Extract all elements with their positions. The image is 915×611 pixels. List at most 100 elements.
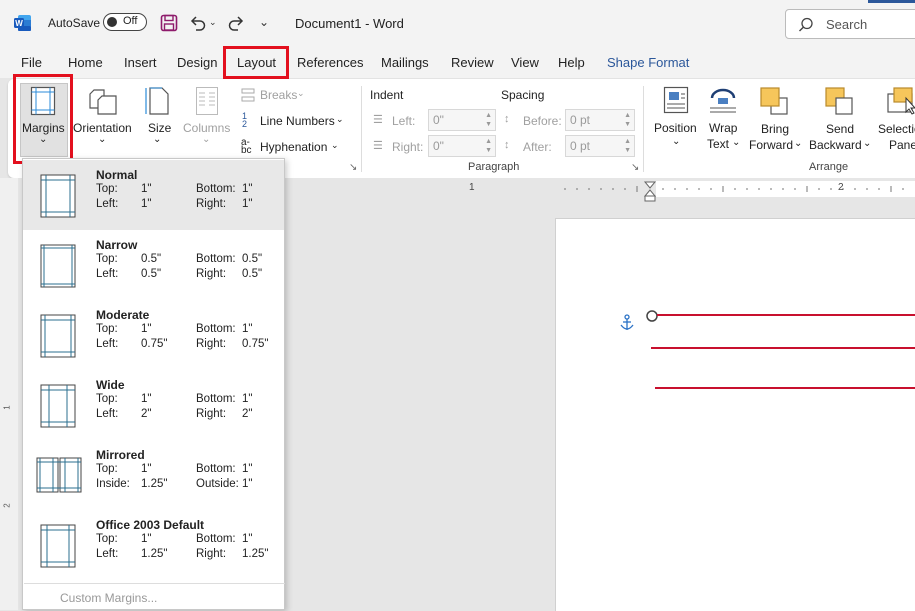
position-button[interactable]: Position	[654, 121, 697, 135]
selection-pane-label-1[interactable]: Selection	[878, 122, 915, 136]
indent-right-input[interactable]: 0" ▲ ▼	[428, 135, 496, 157]
orientation-button[interactable]: Orientation	[73, 121, 132, 135]
red-line-shape-3[interactable]	[655, 387, 915, 389]
option-name: Office 2003 Default	[96, 518, 205, 532]
spacing-heading: Spacing	[501, 88, 545, 102]
tab-help[interactable]: Help	[558, 55, 585, 70]
spinner-arrows-icon[interactable]: ▲ ▼	[624, 137, 631, 155]
value-right: 0.5"	[242, 268, 263, 280]
spinner-arrows-icon[interactable]: ▲ ▼	[485, 111, 492, 129]
value-left: 0.5"	[141, 268, 162, 280]
tab-mailings[interactable]: Mailings	[381, 55, 429, 70]
shape-handle-icon[interactable]	[645, 309, 659, 323]
label-bottom: Bottom:	[196, 253, 236, 265]
spacing-after-input[interactable]: 0 pt ▲ ▼	[565, 135, 635, 157]
value-left: 1.25"	[141, 548, 168, 560]
paragraph-launcher-icon[interactable]: ↘	[631, 162, 639, 173]
label-bottom: Bottom:	[196, 533, 236, 545]
selection-pane-label-2[interactable]: Pane	[889, 138, 915, 152]
spacing-before-label: Before:	[523, 114, 562, 128]
value-inside: 1.25"	[141, 478, 168, 490]
margin-option-narrow[interactable]: Narrow Top: 0.5" Bottom: 0.5" Left: 0.5"…	[23, 230, 284, 300]
option-name: Moderate	[96, 308, 150, 322]
red-line-shape-2[interactable]	[651, 347, 915, 349]
breaks-icon	[241, 88, 255, 102]
wrap-text-label-1[interactable]: Wrap	[709, 121, 737, 135]
label-right: Right:	[196, 338, 227, 350]
spinner-arrows-icon[interactable]: ▲ ▼	[485, 137, 492, 155]
send-backward-label-1[interactable]: Send	[826, 122, 854, 136]
vertical-ruler[interactable]	[0, 178, 18, 610]
value-bottom: 1"	[242, 393, 253, 405]
size-icon	[145, 87, 169, 115]
margin-option-office-2003-default[interactable]: Office 2003 Default Top: 1" Bottom: 1" L…	[23, 510, 284, 580]
tab-insert[interactable]: Insert	[124, 55, 157, 70]
breaks-button[interactable]: Breaks	[260, 88, 297, 102]
wrap-text-label-2[interactable]: Text	[707, 137, 729, 151]
option-name: Mirrored	[96, 448, 145, 462]
option-name: Wide	[96, 378, 125, 392]
autosave-label: AutoSave	[48, 16, 101, 30]
bring-forward-icon	[760, 87, 788, 115]
spinner-arrows-icon[interactable]: ▲ ▼	[624, 111, 631, 129]
tab-design[interactable]: Design	[177, 55, 217, 70]
page-setup-launcher-icon[interactable]: ↘	[349, 162, 357, 173]
bring-forward-label-1[interactable]: Bring	[761, 122, 789, 136]
value-left: 1"	[141, 198, 152, 210]
option-name: Normal	[96, 168, 138, 182]
document-title: Document1 - Word	[295, 16, 404, 31]
hyphenation-icon: a-bc	[241, 137, 252, 156]
arrange-group-label: Arrange	[809, 161, 849, 173]
tab-view[interactable]: View	[511, 55, 539, 70]
value-right: 0.75"	[242, 338, 269, 350]
undo-icon[interactable]	[189, 14, 207, 32]
margin-option-moderate[interactable]: Moderate Top: 1" Bottom: 1" Left: 0.75" …	[23, 300, 284, 370]
vruler-mark-1: 1	[2, 405, 12, 410]
hyphenation-button[interactable]: Hyphenation	[260, 140, 327, 154]
value-top: 0.5"	[141, 253, 162, 265]
value-bottom: 1"	[242, 323, 253, 335]
spacing-before-value: 0 pt	[570, 113, 591, 127]
search-box[interactable]: Search	[785, 9, 915, 39]
document-page[interactable]	[555, 218, 915, 611]
indent-left-input[interactable]: 0" ▲ ▼	[428, 109, 496, 131]
send-backward-label-2[interactable]: Backward	[809, 138, 862, 152]
line-numbers-button[interactable]: Line Numbers	[260, 114, 335, 128]
label-outside: Outside:	[196, 478, 239, 490]
label-bottom: Bottom:	[196, 393, 236, 405]
save-icon[interactable]	[160, 14, 178, 32]
label-top: Top:	[96, 183, 118, 195]
autosave-state: Off	[123, 15, 138, 27]
undo-dropdown-icon[interactable]: ⌄	[209, 17, 217, 28]
autosave-toggle[interactable]: Off	[103, 13, 147, 31]
label-top: Top:	[96, 253, 118, 265]
toggle-knob	[107, 17, 117, 27]
value-right: 1"	[242, 198, 253, 210]
red-line-shape-1[interactable]	[657, 314, 915, 316]
custom-margins-item[interactable]: Custom Margins...	[24, 583, 285, 610]
spacing-after-icon: ↕	[504, 139, 510, 151]
tab-review[interactable]: Review	[451, 55, 494, 70]
label-inside: Inside:	[96, 478, 130, 490]
svg-text:W: W	[15, 19, 23, 28]
value-left: 2"	[141, 408, 152, 420]
label-bottom: Bottom:	[196, 323, 236, 335]
label-right: Right:	[196, 548, 227, 560]
tab-home[interactable]: Home	[68, 55, 103, 70]
selection-pane-icon	[887, 87, 915, 115]
columns-button[interactable]: Columns	[183, 121, 230, 135]
customize-qat-icon[interactable]: ⌄	[259, 15, 269, 29]
margin-option-wide[interactable]: Wide Top: 1" Bottom: 1" Left: 2" Right: …	[23, 370, 284, 440]
redo-icon[interactable]	[227, 14, 245, 32]
margin-option-normal[interactable]: Normal Top: 1" Bottom: 1" Left: 1" Right…	[23, 160, 284, 230]
tab-file[interactable]: File	[21, 55, 42, 70]
tab-references[interactable]: References	[297, 55, 363, 70]
ruler-mark-1: 1	[469, 182, 475, 193]
spacing-before-input[interactable]: 0 pt ▲ ▼	[565, 109, 635, 131]
size-button[interactable]: Size	[148, 121, 171, 135]
value-top: 1"	[141, 533, 152, 545]
bring-forward-label-2[interactable]: Forward	[749, 138, 793, 152]
tab-shape-format[interactable]: Shape Format	[607, 55, 689, 70]
margin-option-mirrored[interactable]: Mirrored Top: 1" Bottom: 1" Inside: 1.25…	[23, 440, 284, 510]
columns-icon	[196, 87, 218, 115]
